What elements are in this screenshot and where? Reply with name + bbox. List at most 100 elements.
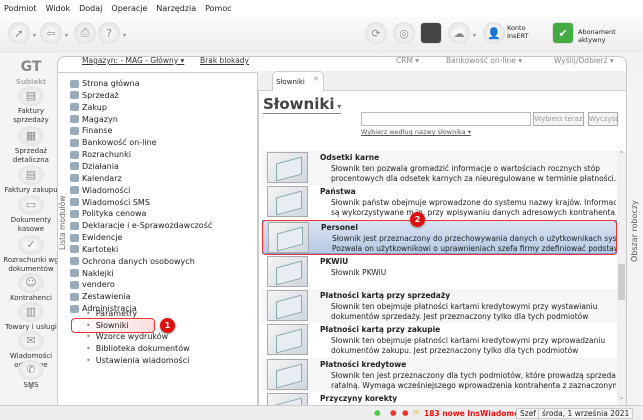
dictionary-row[interactable]: Płatności kartą przy sprzedaży Słownik te… [262,289,617,323]
module-icon [70,79,79,88]
globe-icon[interactable]: ◎ [393,22,415,44]
module-label: Polityka cenowa [82,209,147,219]
lock-status-link[interactable]: Brak blokady [200,56,249,65]
register-icon: ▦ [18,126,44,146]
module-item[interactable]: Ochrona danych osobowych [70,256,195,267]
admin-subitem[interactable]: Ustawienia wiadomości [86,355,190,366]
nav-rozrachunki[interactable]: ✓ Rozrachunki wg dokumentów [0,235,62,274]
menu-widok[interactable]: Widok [46,4,71,13]
scroll-up-icon[interactable]: ˄ [617,151,626,159]
module-icon [70,304,79,313]
status-date: środa, 1 września 2021 [538,408,634,419]
new-document-icon[interactable]: ➚ [8,22,30,44]
module-item[interactable]: Strona główna [70,78,140,89]
module-item[interactable]: Naklejki [70,268,114,279]
module-label: Kalendarz [82,173,122,183]
send-receive-button[interactable]: Wyślij/Odbierz ▾ [554,56,614,65]
dictionary-row[interactable]: Płatności kartą przy zakupie Słownik ten … [262,323,617,357]
workspace-label[interactable]: Obszar roboczy [630,200,640,262]
box-icon[interactable] [420,22,442,44]
print-icon[interactable]: ⎙ [74,22,96,44]
admin-subitem[interactable]: Biblioteka dokumentów [86,343,190,354]
nav-dokumenty-kasowe[interactable]: ▭ Dokumenty kasowe [0,195,62,234]
menu-podmiot[interactable]: Podmiot [4,4,37,13]
scrollbar-thumb[interactable] [618,264,625,300]
dictionary-title: PKWiU [320,257,349,266]
module-item[interactable]: Polityka cenowa [70,208,146,219]
nav-faktury-sprzedazy[interactable]: ▤ Faktury sprzedaży [0,86,62,125]
module-item[interactable]: Kartoteki [70,244,118,255]
module-icon [70,186,79,195]
module-item[interactable]: Magazyn [70,114,118,125]
admin-subitem[interactable]: Wzorce wydruków [86,331,168,342]
dictionary-description: Słownik ten obejmuje płatności kartami k… [331,302,598,321]
dictionary-row[interactable]: Przyczyny korekty [262,392,617,405]
menu-pomoc[interactable]: Pomoc [205,4,232,13]
check-icon: ✓ [18,235,44,255]
admin-subitem[interactable]: Słowniki [86,320,129,331]
nav-kontrahenci[interactable]: ☺ Kontrahenci [0,273,62,303]
select-now-button[interactable]: Wybierz teraz [533,112,584,126]
module-item[interactable]: Kalendarz [70,173,122,184]
module-label: Zakup [82,102,107,112]
nav-sprzedaz-detaliczna[interactable]: ▦ Sprzedaż detaliczna [0,126,62,165]
module-item[interactable]: Finanse [70,125,112,136]
dictionary-title: Płatności kartą przy sprzedaży [320,291,451,300]
module-item[interactable]: Zakup [70,102,107,113]
dictionary-row[interactable]: Odsetki karne Słownik ten pozwala gromadz… [262,151,617,185]
nav-towary[interactable]: ▥ Towary i usługi [0,302,62,332]
account-icon[interactable]: 👤 [483,22,505,44]
module-item[interactable]: vendero [70,279,115,290]
more-down-icon[interactable]: ▼ [0,383,62,392]
module-icon [70,257,79,266]
scroll-down-icon[interactable]: ˅ [617,397,626,405]
menu-dodaj[interactable]: Dodaj [79,4,102,13]
module-item[interactable]: Ewidencje [70,232,122,243]
module-label: Sprzedaż [82,90,119,100]
dictionary-row[interactable]: Płatności kredytowe Słownik ten jest prze… [262,358,617,392]
dictionary-row[interactable]: PKWiU Słownik PKWiU [262,255,617,289]
module-item[interactable]: Deklaracje i e-Sprawozdawczość [70,220,212,231]
module-item[interactable]: Działania [70,161,119,172]
page-title[interactable]: Słowniki ▾ [263,95,342,114]
search-input[interactable] [361,112,531,126]
insert-account-link[interactable]: Konto InsERT [507,24,529,40]
menu-narzedzia[interactable]: Narzędzia [156,4,196,13]
banking-button[interactable]: Bankowość on-line ▾ [446,56,522,65]
clear-button[interactable]: Wyczyść [588,112,619,126]
module-item[interactable]: Zestawienia [70,291,131,302]
envelope-icon: ✉ [413,408,420,417]
subscription-status[interactable]: Abonament aktywny [578,28,643,44]
warehouse-selector[interactable]: Magazyn: - MAG - Główny ▾ [82,56,184,65]
crm-button[interactable]: CRM ▾ [396,56,419,65]
sync-icon[interactable]: ⟳ [365,22,387,44]
tab-slowniki[interactable]: Słowniki ✕ [272,71,324,91]
open-icon[interactable]: ⇦ [40,22,62,44]
module-item[interactable]: Wiadomości [70,185,130,196]
module-item[interactable]: Rozrachunki [70,149,131,160]
dictionary-book-icon [267,324,308,355]
help-icon[interactable]: ? [98,22,120,44]
new-messages-link[interactable]: 183 nowe InsWiadomości [424,409,531,418]
nav-faktury-zakupu[interactable]: ▤ Faktury zakupu [0,165,62,195]
cash-icon: ▭ [18,195,44,215]
module-label: Finanse [82,126,113,136]
dictionary-book-icon [267,359,308,390]
menu-operacje[interactable]: Operacje [111,4,147,13]
modules-label[interactable]: Lista modułów [58,196,67,250]
module-item[interactable]: Sprzedaż [70,90,119,101]
dictionary-row[interactable]: Państwa Słownik państw obejmuje wprowadzo… [262,185,617,219]
module-icon [70,115,79,124]
admin-subitem[interactable]: Parametry [86,308,137,319]
callout-2: 2 [410,212,425,227]
personel-highlight [262,220,617,255]
select-by-name-link[interactable]: Wybierz według nazwy słownika ▾ [361,128,471,136]
module-item[interactable]: Bankowość on-line [70,137,157,148]
left-nav: GT Subiekt ▤ Faktury sprzedaży ▦ Sprzedaż d… [0,53,62,405]
module-item[interactable]: Wiadomości SMS [70,197,150,208]
close-tab-icon[interactable]: ✕ [313,75,319,83]
cloud-icon[interactable]: ☁ [448,22,470,44]
dictionary-description: Słownik ten pozwala gromadzić informacje… [331,164,616,183]
module-icon [70,150,79,159]
dictionary-book-icon [267,152,308,183]
